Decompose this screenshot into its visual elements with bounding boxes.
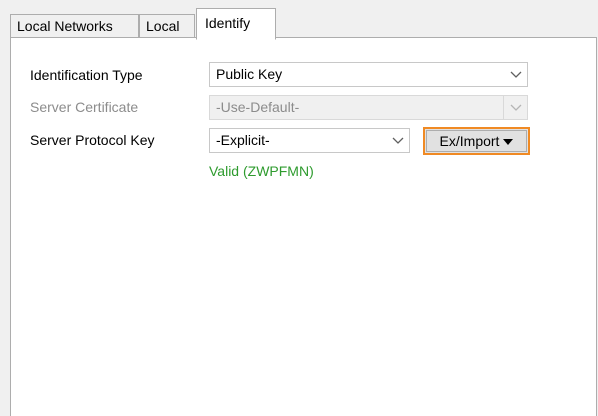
identify-panel: Identification Type Public Key Server Ce… bbox=[10, 37, 597, 416]
server-certificate-value: -Use-Default- bbox=[216, 99, 300, 115]
tab-identify[interactable]: Identify bbox=[196, 8, 276, 40]
ex-import-label: Ex/Import bbox=[439, 133, 500, 149]
server-protocol-key-label: Server Protocol Key bbox=[30, 132, 155, 148]
settings-window: Local Networks Local Identify Identifica… bbox=[0, 0, 598, 416]
status-valid-text: Valid (ZWPFMN) bbox=[209, 163, 314, 179]
identification-type-label: Identification Type bbox=[30, 67, 143, 83]
identification-type-combo[interactable]: Public Key bbox=[209, 62, 528, 87]
tab-local[interactable]: Local bbox=[139, 14, 195, 38]
identification-type-value: Public Key bbox=[216, 66, 283, 82]
chevron-down-icon bbox=[503, 96, 527, 119]
triangle-down-icon bbox=[503, 133, 514, 149]
chevron-down-icon bbox=[504, 63, 527, 86]
server-protocol-key-value: -Explicit- bbox=[216, 132, 270, 148]
tab-local-networks[interactable]: Local Networks bbox=[10, 14, 139, 38]
ex-import-button-face: Ex/Import bbox=[426, 130, 527, 152]
server-certificate-label: Server Certificate bbox=[30, 99, 139, 115]
chevron-down-icon bbox=[386, 129, 409, 152]
ex-import-button[interactable]: Ex/Import bbox=[423, 127, 530, 155]
server-certificate-combo: -Use-Default- bbox=[209, 95, 528, 120]
server-protocol-key-combo[interactable]: -Explicit- bbox=[209, 128, 410, 153]
